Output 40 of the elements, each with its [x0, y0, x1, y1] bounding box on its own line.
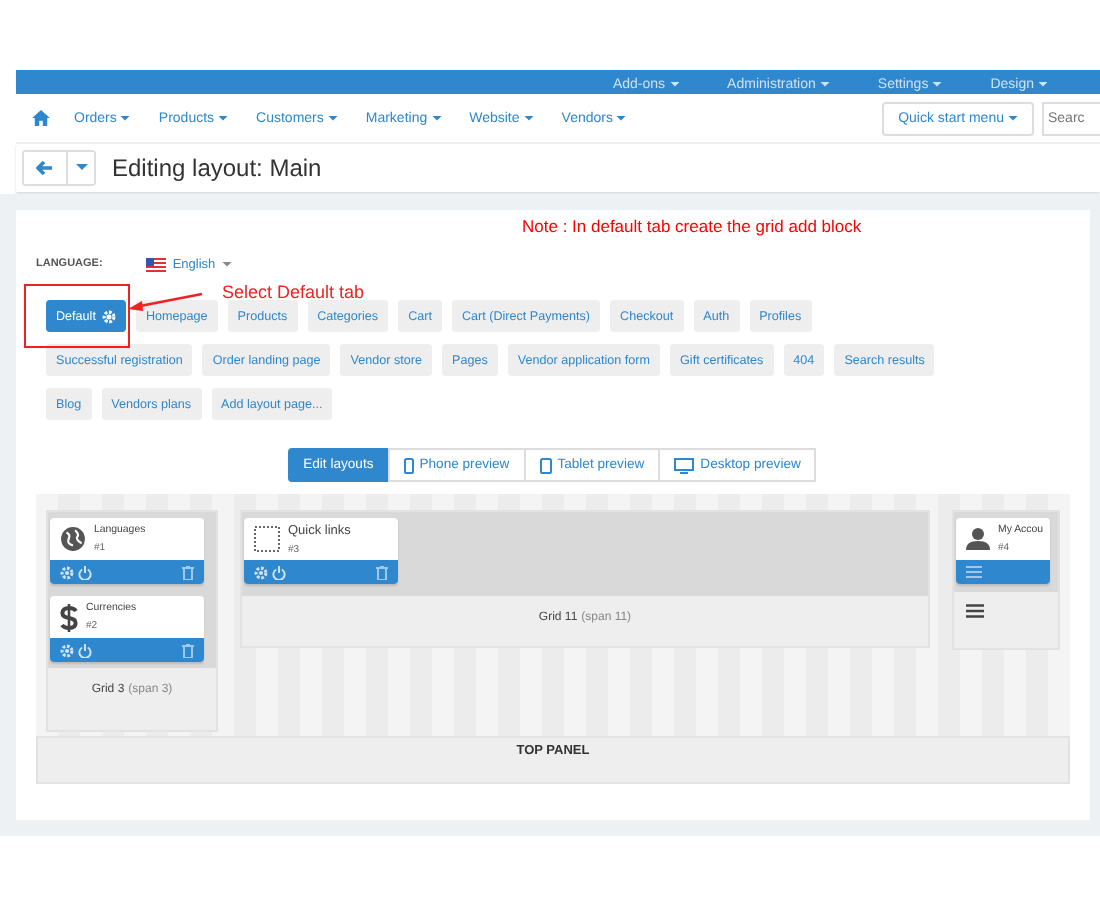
trash-icon[interactable]: [182, 643, 194, 657]
caret-icon: [669, 81, 680, 87]
trash-icon[interactable]: [182, 565, 194, 579]
caret-icon: [932, 81, 943, 87]
caret-icon: [431, 115, 442, 121]
caret-icon: [819, 81, 830, 87]
caret-icon: [218, 115, 229, 121]
annotation-text: Select Default tab: [222, 282, 365, 302]
home-icon[interactable]: [32, 110, 50, 126]
gear-icon: [101, 309, 116, 323]
power-icon[interactable]: [78, 643, 92, 657]
phone-icon: [403, 457, 414, 473]
caret-icon: [616, 115, 627, 121]
caret-icon: [327, 115, 338, 121]
placeholder-icon: [254, 526, 280, 552]
person-icon: [966, 528, 990, 550]
settings-icon[interactable]: [254, 565, 268, 579]
power-icon[interactable]: [78, 565, 92, 579]
globe-icon: [60, 526, 86, 552]
tablet-icon: [539, 457, 552, 473]
trash-icon[interactable]: [376, 565, 388, 579]
back-arrow-icon: [36, 160, 54, 176]
annotation-arrow: [128, 292, 204, 312]
page-title: Editing layout: Main: [112, 154, 322, 182]
power-icon[interactable]: [272, 565, 286, 579]
dollar-icon: [60, 603, 78, 631]
annotation-note: Note : In default tab create the grid add block: [522, 216, 864, 240]
caret-icon: [120, 115, 131, 121]
monitor-icon: [674, 457, 695, 473]
caret-icon: [1038, 81, 1048, 87]
caret-icon: [75, 164, 87, 172]
back-button[interactable]: [24, 152, 68, 184]
menu-icon[interactable]: [966, 604, 984, 618]
settings-icon[interactable]: [60, 643, 74, 657]
highlight-frame: [24, 284, 130, 348]
settings-icon[interactable]: [60, 565, 74, 579]
caret-icon: [1008, 115, 1018, 121]
caret-icon: [221, 261, 232, 267]
caret-icon: [523, 115, 534, 121]
flag-icon: [146, 257, 167, 271]
